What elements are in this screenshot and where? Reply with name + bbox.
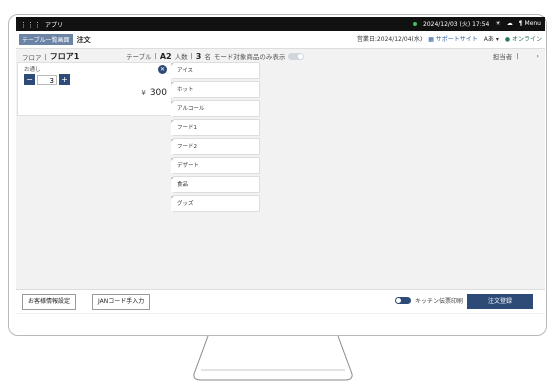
support-site-link[interactable]: ▦ サポートサイト xyxy=(428,34,478,43)
item-price: ¥300 xyxy=(141,88,167,98)
datetime: 2024/12/03 (火) 17:54 xyxy=(423,21,490,28)
people-unit: 名 xyxy=(204,53,211,61)
mode-label: モード対象商品のみ表示 xyxy=(213,53,286,61)
category-item[interactable]: アイス xyxy=(171,62,260,79)
cloud-icon: ☁ xyxy=(506,20,513,27)
language-select[interactable]: Aあ ▾ xyxy=(484,34,499,43)
grid-icon[interactable]: ⋮⋮⋮ xyxy=(20,21,41,29)
category-item[interactable]: デザート xyxy=(171,157,260,174)
kitchen-print-toggle[interactable] xyxy=(394,297,411,304)
jan-input-button[interactable]: JANコード手入力 xyxy=(92,294,151,310)
category-list: アイス ホット アルコール フード1 フード2 デザート 食品 グッズ xyxy=(171,62,260,214)
page-title: 注文 xyxy=(76,35,91,44)
table-value: A2 xyxy=(159,51,172,61)
table-info-bar: フロア | フロア1 テーブル | A2 人数 | 3 名 モード対象商品のみ表… xyxy=(22,51,539,62)
header-bar: テーブル一覧画面 注文 営業日:2024/12/04(水) ▦ サポートサイト … xyxy=(16,31,545,49)
online-status: ● オンライン xyxy=(504,36,542,43)
category-item[interactable]: グッズ xyxy=(171,195,260,212)
order-item-name: お通し xyxy=(24,67,41,73)
category-item[interactable]: アルコール xyxy=(171,100,260,117)
people-value: 3 xyxy=(195,51,202,61)
kitchen-print-option: キッチン伝票印刷 xyxy=(394,296,463,305)
business-date: 営業日:2024/12/04(水) xyxy=(356,36,423,43)
mode-filter-toggle[interactable] xyxy=(288,52,305,60)
decrease-quantity-button[interactable]: − xyxy=(24,74,35,85)
kitchen-print-label: キッチン伝票印刷 xyxy=(414,298,463,305)
increase-quantity-button[interactable]: + xyxy=(59,74,70,85)
title-bar: ⋮⋮⋮ アプリ 2024/12/03 (火) 17:54 ☀ ☁ ¶ Menu xyxy=(16,17,545,31)
back-to-tables-button[interactable]: テーブル一覧画面 xyxy=(19,34,73,45)
status-dot-icon xyxy=(413,21,417,26)
category-item[interactable]: フード2 xyxy=(171,138,260,155)
table-label: テーブル xyxy=(126,53,152,61)
category-item[interactable]: フード1 xyxy=(171,119,260,136)
people-label: 人数 xyxy=(174,53,188,61)
submit-order-button[interactable]: 注文登録 xyxy=(467,294,533,309)
app-screen: ⋮⋮⋮ アプリ 2024/12/03 (火) 17:54 ☀ ☁ ¶ Menu … xyxy=(16,17,545,314)
quantity-field[interactable]: 3 xyxy=(37,74,57,85)
staff-label: 担当者 xyxy=(492,53,513,61)
app-label: アプリ xyxy=(45,22,64,29)
footer-bar: お客様情報設定 JANコード手入力 キッチン伝票印刷 注文登録 xyxy=(16,289,545,313)
order-item-card[interactable]: お通し ✕ − 3 + ¥300 xyxy=(17,62,172,116)
category-item[interactable]: 食品 xyxy=(171,176,260,193)
chevron-right-icon[interactable]: › xyxy=(536,52,539,60)
category-item[interactable]: ホット xyxy=(171,81,260,98)
customer-info-button[interactable]: お客様情報設定 xyxy=(22,294,77,310)
sun-icon: ☀ xyxy=(495,20,501,27)
remove-item-icon[interactable]: ✕ xyxy=(158,65,167,74)
floor-label: フロア xyxy=(22,53,42,62)
monitor-stand xyxy=(193,336,353,381)
menu-button[interactable]: ¶ Menu xyxy=(519,20,541,27)
floor-value: フロア1 xyxy=(49,52,80,61)
